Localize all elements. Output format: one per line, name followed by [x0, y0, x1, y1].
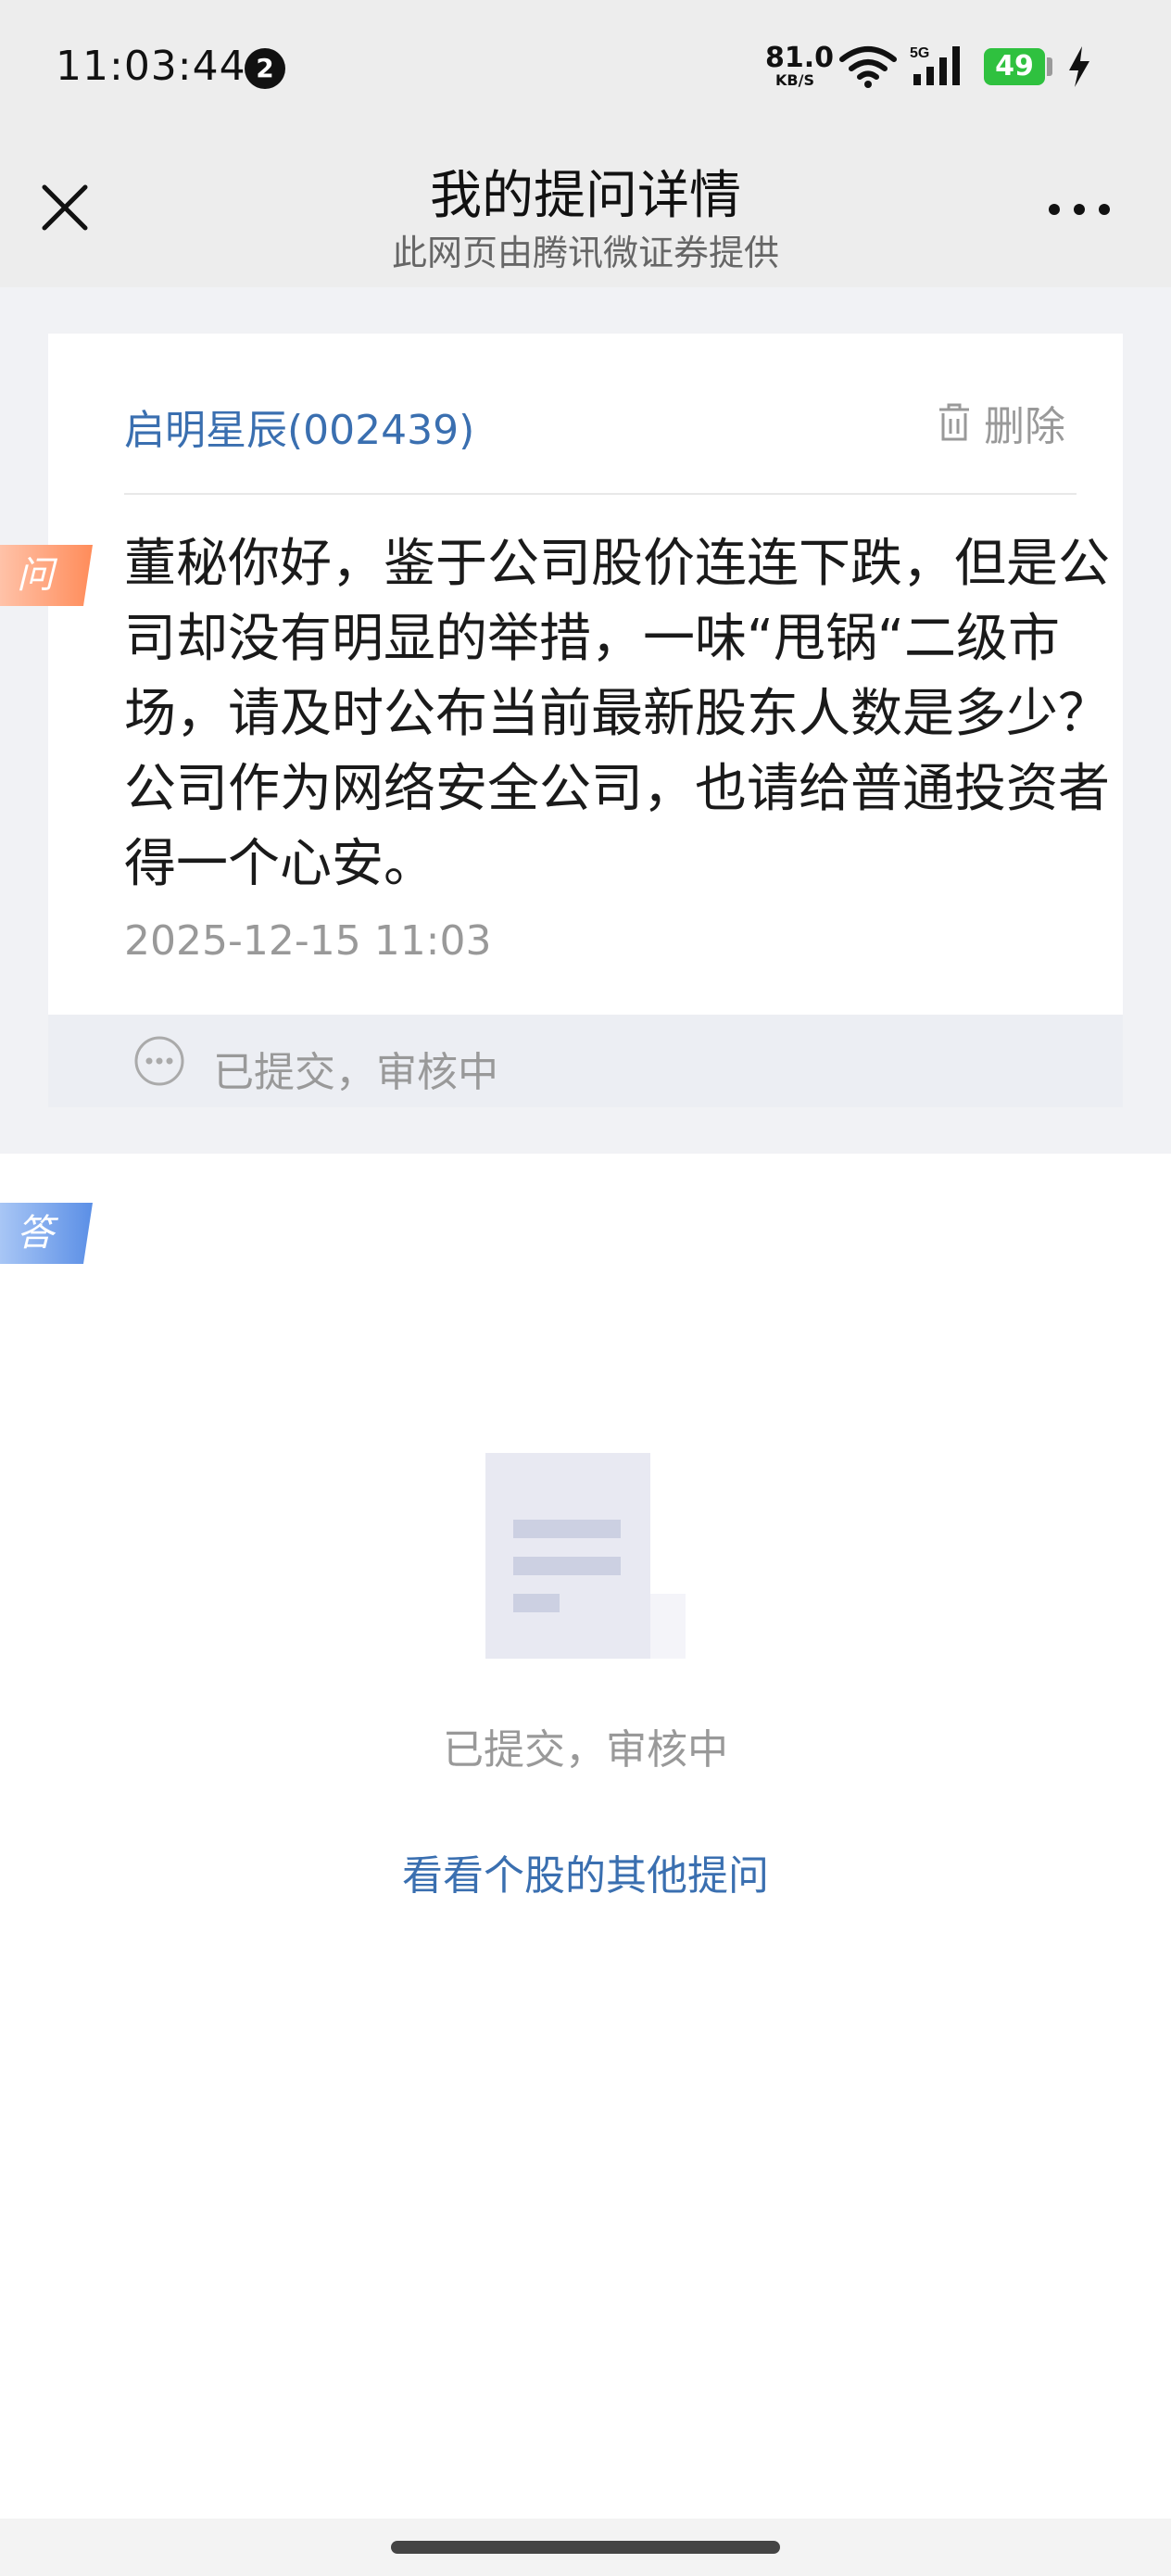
status-time: 11:03:44: [56, 43, 246, 90]
question-section: 启明星辰(002439) 删除 董秘你好，鉴于公司股价连连下跌，但是公司却没有明…: [0, 287, 1171, 1154]
delete-label: 删除: [984, 403, 1065, 450]
answer-empty-text: 已提交，审核中: [443, 1726, 728, 1774]
question-text: 董秘你好，鉴于公司股价连连下跌，但是公司却没有明显的举措，一味“甩锅“二级市场，…: [124, 534, 1110, 894]
network-speed-unit: KB/S: [775, 71, 814, 89]
cellular-signal-icon: 5G: [910, 45, 960, 85]
signal-type-text: 5G: [910, 45, 929, 61]
answer-tag: 答: [0, 1203, 93, 1264]
delete-button[interactable]: 删除: [936, 395, 1065, 450]
question-tag: 问: [0, 545, 93, 606]
wifi-icon: [839, 46, 897, 88]
navigation-bar: 我的提问详情 此网页由腾讯微证券提供: [0, 139, 1171, 287]
pending-icon: [134, 1036, 184, 1086]
question-time: 2025-12-15 11:03: [124, 917, 492, 965]
charging-icon: [1069, 46, 1089, 87]
status-bar: 11:03:44 2 81.0 KB/S 5G 49: [0, 0, 1171, 139]
trash-icon: [939, 403, 969, 441]
question-card: 启明星辰(002439) 删除 董秘你好，鉴于公司股价连连下跌，但是公司却没有明…: [48, 334, 1123, 1015]
other-questions-link[interactable]: 看看个股的其他提问: [0, 1842, 1171, 1901]
notification-badge: 2: [245, 48, 285, 89]
page-title: 我的提问详情: [430, 166, 741, 226]
more-icon[interactable]: [1047, 191, 1112, 228]
stock-link[interactable]: 启明星辰(002439): [124, 397, 474, 456]
divider: [124, 493, 1077, 495]
question-status-text: 已提交，审核中: [213, 1049, 498, 1096]
question-status-bar: 已提交，审核中: [48, 1015, 1123, 1107]
home-indicator[interactable]: [391, 2541, 780, 2554]
battery-tip: [1047, 57, 1052, 76]
page-subtitle: 此网页由腾讯微证券提供: [391, 233, 779, 273]
document-empty-icon: [485, 1453, 686, 1659]
network-speed: 81.0 KB/S: [765, 42, 835, 89]
battery-icon: 49: [984, 48, 1045, 85]
network-speed-value: 81.0: [765, 42, 835, 74]
